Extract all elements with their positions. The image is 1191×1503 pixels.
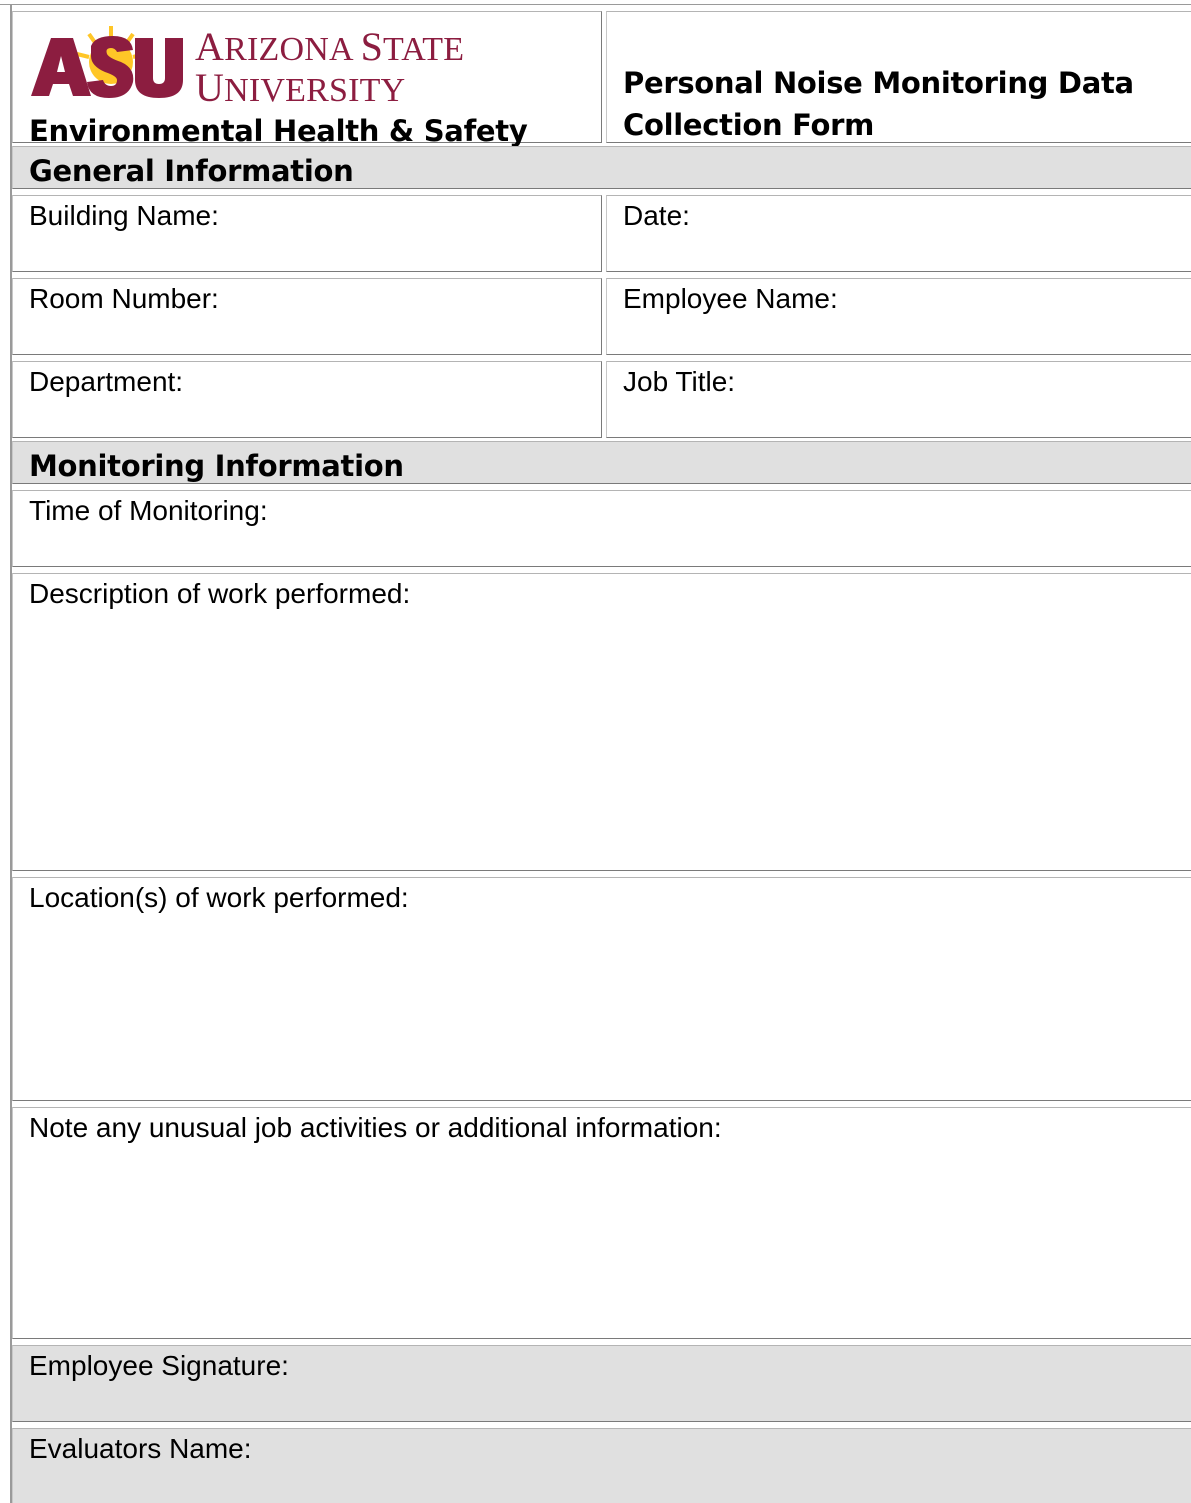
department-field[interactable]: Department: bbox=[12, 361, 602, 438]
header-title-cell: Personal Noise Monitoring Data Collectio… bbox=[606, 11, 1191, 143]
job-title-field[interactable]: Job Title: bbox=[606, 361, 1191, 438]
time-of-monitoring-field[interactable]: Time of Monitoring: bbox=[12, 490, 1191, 567]
form-title: Personal Noise Monitoring Data Collectio… bbox=[623, 62, 1183, 146]
field-label: Date: bbox=[623, 200, 690, 231]
field-label: Employee Signature: bbox=[29, 1350, 289, 1381]
field-label: Employee Name: bbox=[623, 283, 838, 314]
form-title-line-2: Collection Form bbox=[623, 108, 874, 142]
field-label: Room Number: bbox=[29, 283, 219, 314]
university-wordmark: ARIZONA STATE UNIVERSITY bbox=[195, 24, 465, 110]
notes-field[interactable]: Note any unusual job activities or addit… bbox=[12, 1107, 1191, 1339]
noise-monitoring-form: ARIZONA STATE UNIVERSITY Environmental H… bbox=[0, 0, 1191, 1503]
employee-signature-field[interactable]: Employee Signature: bbox=[12, 1345, 1191, 1422]
asu-sunburst-logo-icon bbox=[31, 26, 183, 98]
form-title-line-1: Personal Noise Monitoring Data bbox=[623, 66, 1134, 100]
employee-name-field[interactable]: Employee Name: bbox=[606, 278, 1191, 355]
section-title: Monitoring Information bbox=[29, 449, 404, 483]
wordmark-line-2: UNIVERSITY bbox=[195, 65, 406, 110]
field-label: Description of work performed: bbox=[29, 578, 411, 609]
form-top-border bbox=[0, 4, 1191, 5]
date-field[interactable]: Date: bbox=[606, 195, 1191, 272]
field-label: Job Title: bbox=[623, 366, 736, 397]
wordmark-line-1: ARIZONA STATE bbox=[195, 24, 465, 69]
field-label: Building Name: bbox=[29, 200, 219, 231]
field-label: Time of Monitoring: bbox=[29, 495, 268, 526]
field-label: Evaluators Name: bbox=[29, 1433, 252, 1464]
room-number-field[interactable]: Room Number: bbox=[12, 278, 602, 355]
header-logo-cell: ARIZONA STATE UNIVERSITY Environmental H… bbox=[12, 11, 602, 148]
general-information-header: General Information bbox=[12, 146, 1191, 189]
field-label: Department: bbox=[29, 366, 184, 397]
description-field[interactable]: Description of work performed: bbox=[12, 573, 1191, 871]
field-label: Location(s) of work performed: bbox=[29, 882, 409, 913]
field-label: Note any unusual job activities or addit… bbox=[29, 1112, 722, 1143]
department-name: Environmental Health & Safety bbox=[29, 114, 528, 148]
locations-field[interactable]: Location(s) of work performed: bbox=[12, 877, 1191, 1101]
asu-logo: ARIZONA STATE UNIVERSITY bbox=[29, 24, 469, 109]
evaluators-name-field[interactable]: Evaluators Name: bbox=[12, 1428, 1191, 1503]
building-name-field[interactable]: Building Name: bbox=[12, 195, 602, 272]
monitoring-information-header: Monitoring Information bbox=[12, 441, 1191, 484]
section-title: General Information bbox=[29, 154, 354, 188]
